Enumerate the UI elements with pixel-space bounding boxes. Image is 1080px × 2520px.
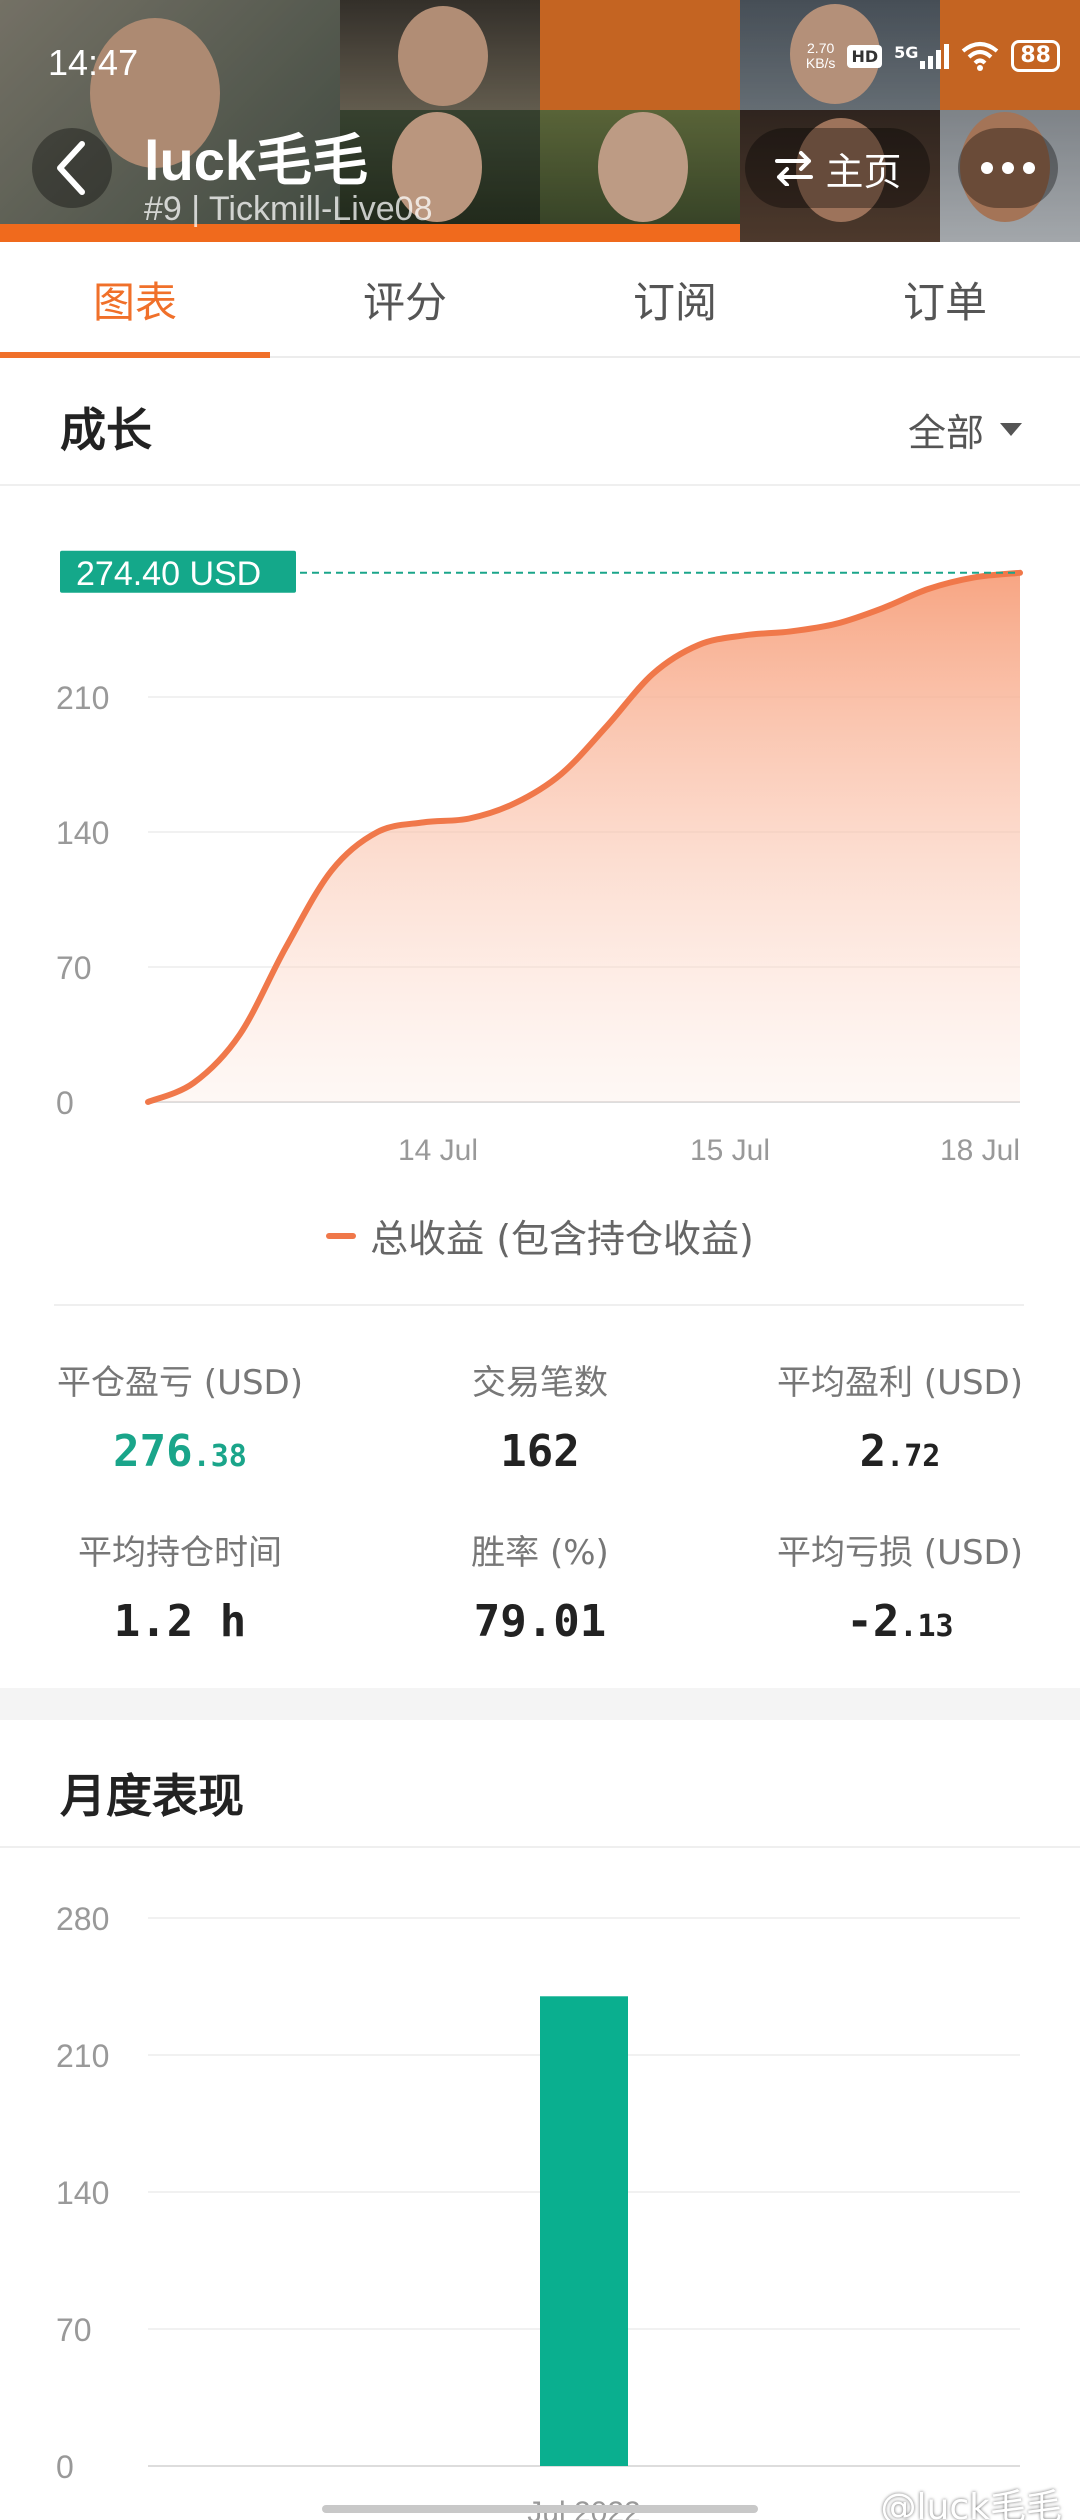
legend-line-swatch [326,1232,357,1239]
account-info: #9 | Tickmill-Live08 [144,190,433,228]
monthly-bar[interactable] [540,1996,628,2466]
stat-avg-holding-time: 平均持仓时间 1.2 h [78,1533,282,1647]
y-tick-label: 210 [56,680,109,716]
caret-down-icon [1000,423,1022,436]
y-tick-label: 210 [56,2038,109,2074]
y-tick-label: 140 [56,2175,109,2211]
stat-win-rate: 胜率 (%) 79.01 [471,1533,609,1647]
status-icons: 2.70 KB/s HD 5G 88 [806,40,1060,72]
tab-orders[interactable]: 订单 [810,242,1080,356]
home-indicator[interactable] [322,2505,758,2513]
home-button[interactable]: 主页 [745,128,930,208]
tab-bar: 图表 评分 订阅 订单 [0,242,1080,358]
tab-rating[interactable]: 评分 [270,242,540,356]
stat-avg-loss: 平均亏损 (USD) -2.13 [777,1533,1023,1647]
wifi-icon [962,42,999,71]
y-tick-label: 0 [56,1085,74,1121]
growth-area-fill [148,572,1020,1102]
monthly-bar-chart: 070140210280 Jul 2022 [56,1901,1020,2520]
monthly-section-header: 月度表现 [0,1720,1080,1848]
network-type: 5G [894,43,919,62]
monthly-title: 月度表现 [60,1769,244,1823]
legend-label: 总收益 (包含持仓收益) [370,1217,754,1261]
stat-closed-pnl: 平仓盈亏 (USD) 276.38 [57,1363,303,1477]
x-tick-label: 15 Jul [690,1134,770,1167]
status-time: 14:47 [48,42,139,83]
stat-trade-count: 交易笔数 162 [472,1363,608,1477]
hd-icon: HD [847,44,883,68]
section-separator [0,1688,1080,1720]
y-tick-label: 140 [56,815,109,851]
growth-title: 成长 [60,403,152,457]
x-tick-label: 18 Jul [940,1134,1020,1167]
watermark: @luck毛毛 [880,2487,1062,2520]
network-speed: 2.70 KB/s [805,40,836,71]
y-tick-label: 70 [56,950,92,986]
stat-avg-profit: 平均盈利 (USD) 2.72 [777,1363,1023,1477]
x-tick-label: 14 Jul [398,1134,478,1167]
y-tick-label: 280 [56,1901,109,1937]
more-dots-icon [981,162,993,174]
range-filter-label: 全部 [907,411,984,455]
y-tick-label: 70 [56,2312,92,2348]
home-button-label: 主页 [825,149,902,194]
switch-arrows-icon [775,151,814,186]
more-button[interactable] [958,128,1058,208]
profile-name: luck毛毛 [144,129,369,192]
chevron-left-icon [57,141,85,195]
signal-icon: 5G [894,43,950,69]
tab-subscription[interactable]: 订阅 [540,242,810,356]
growth-section-header: 成长 全部 [0,358,1080,486]
chart-legend: 总收益 (包含持仓收益) [0,1208,1080,1263]
back-button[interactable] [32,128,112,208]
battery-icon: 88 [1011,40,1060,72]
y-tick-label: 0 [56,2449,74,2485]
tab-chart[interactable]: 图表 [0,242,270,358]
divider [54,1304,1024,1306]
current-value-label: 274.40 USD [76,555,261,593]
growth-area-chart: 0 70 140 210 274.40 USD 14 Jul 15 Jul 18 Jul [56,550,1023,1167]
range-filter-dropdown[interactable]: 全部 [908,402,1022,457]
profile-header: 14:47 2.70 KB/s HD 5G 88 luck毛毛 #9 | Tic… [0,0,1080,242]
